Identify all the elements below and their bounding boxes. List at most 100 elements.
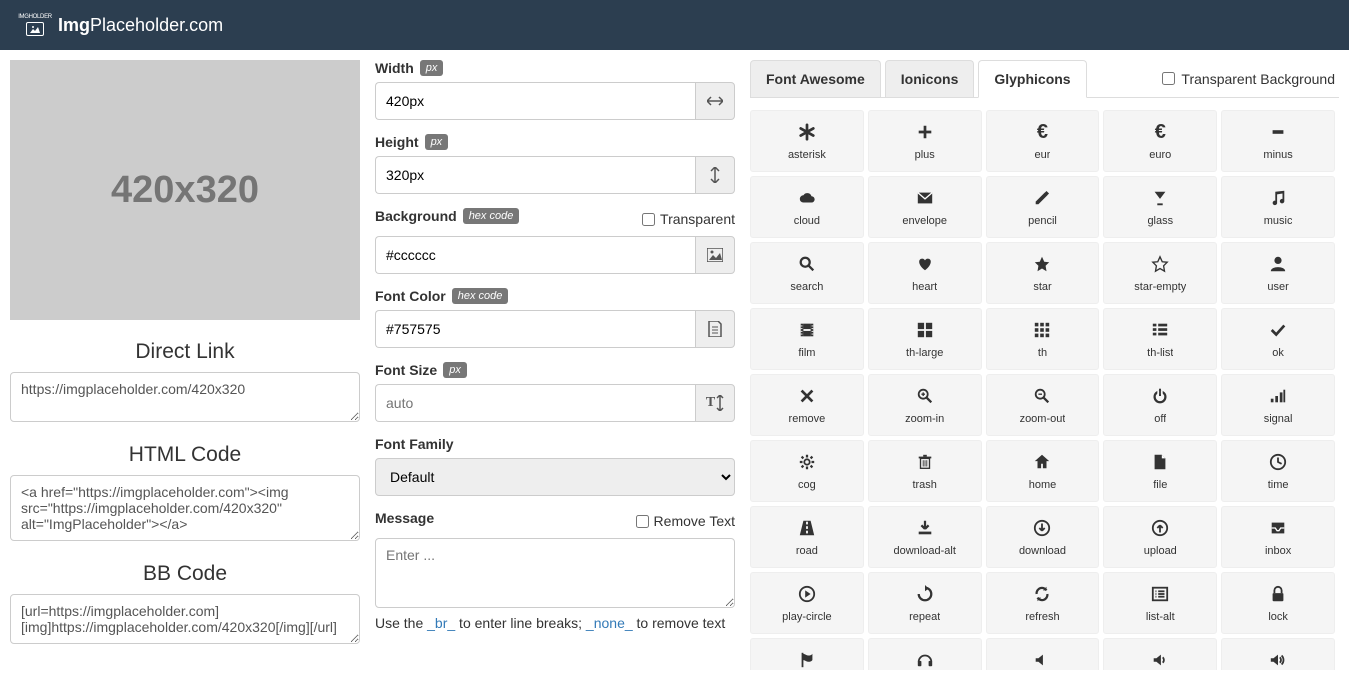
headphones-icon [916, 649, 934, 670]
preview-image: 420x320 [10, 60, 360, 320]
icon-cell-road[interactable]: road [750, 506, 864, 568]
settings-column: Widthpx Heightpx Backgroundhex code Tran… [375, 60, 735, 670]
icon-label: download-alt [894, 545, 956, 557]
icon-cell-asterisk[interactable]: asterisk [750, 110, 864, 172]
width-input[interactable] [375, 82, 695, 120]
icon-cell-refresh[interactable]: refresh [986, 572, 1100, 634]
icon-cell-volume-off[interactable]: volume-off [986, 638, 1100, 670]
icon-label: download [1019, 545, 1066, 557]
icon-cell-trash[interactable]: trash [868, 440, 982, 502]
transparent-checkbox-label[interactable]: Transparent [642, 211, 735, 227]
icon-cell-volume-up[interactable]: volume-up [1221, 638, 1335, 670]
icon-cell-minus[interactable]: minus [1221, 110, 1335, 172]
picture-icon[interactable] [695, 236, 735, 274]
heart-icon [916, 253, 934, 275]
icon-cell-star-empty[interactable]: star-empty [1103, 242, 1217, 304]
play-circle-icon [798, 583, 816, 605]
icon-cell-film[interactable]: film [750, 308, 864, 370]
cloud-icon [798, 187, 816, 209]
left-column: 420x320 Direct Link https://imgplacehold… [10, 60, 360, 670]
icon-cell-cog[interactable]: cog [750, 440, 864, 502]
icon-cell-th[interactable]: th [986, 308, 1100, 370]
icon-cell-euro[interactable]: €euro [1103, 110, 1217, 172]
tabs-bar: Font Awesome Ionicons Glyphicons Transpa… [750, 60, 1339, 98]
icon-cell-eur[interactable]: €eur [986, 110, 1100, 172]
icon-cell-music[interactable]: music [1221, 176, 1335, 238]
icon-cell-flag[interactable]: flag [750, 638, 864, 670]
tab-font-awesome[interactable]: Font Awesome [750, 60, 881, 97]
home-icon [1033, 451, 1051, 473]
icon-cell-glass[interactable]: glass [1103, 176, 1217, 238]
trash-icon [916, 451, 934, 473]
remove-text-checkbox[interactable] [636, 515, 649, 528]
icon-cell-lock[interactable]: lock [1221, 572, 1335, 634]
direct-link-field[interactable]: https://imgplaceholder.com/420x320 [10, 372, 360, 422]
icon-cell-headphones[interactable]: headphones [868, 638, 982, 670]
icon-label: road [796, 545, 818, 557]
remove-text-label[interactable]: Remove Text [636, 513, 735, 529]
font-color-row: Font Colorhex code [375, 288, 735, 348]
icon-cell-repeat[interactable]: repeat [868, 572, 982, 634]
message-input[interactable] [375, 538, 735, 608]
th-large-icon [916, 319, 934, 341]
icon-cell-pencil[interactable]: pencil [986, 176, 1100, 238]
icon-cell-zoom-out[interactable]: zoom-out [986, 374, 1100, 436]
icon-cell-download[interactable]: download [986, 506, 1100, 568]
font-size-input[interactable] [375, 384, 695, 422]
icon-cell-time[interactable]: time [1221, 440, 1335, 502]
html-code-field[interactable]: <a href="https://imgplaceholder.com"><im… [10, 475, 360, 541]
background-input[interactable] [375, 236, 695, 274]
glass-icon [1151, 187, 1169, 209]
cog-icon [798, 451, 816, 473]
height-icon[interactable] [695, 156, 735, 194]
search-icon [798, 253, 816, 275]
music-icon [1269, 187, 1287, 209]
icon-cell-envelope[interactable]: envelope [868, 176, 982, 238]
icon-cell-th-list[interactable]: th-list [1103, 308, 1217, 370]
width-icon[interactable] [695, 82, 735, 120]
font-family-select[interactable]: Default [375, 458, 735, 496]
volume-off-icon [1033, 649, 1051, 670]
icon-cell-remove[interactable]: remove [750, 374, 864, 436]
icon-cell-volume-down[interactable]: volume-down [1103, 638, 1217, 670]
text-file-icon[interactable] [695, 310, 735, 348]
icon-cell-zoom-in[interactable]: zoom-in [868, 374, 982, 436]
icon-cell-cloud[interactable]: cloud [750, 176, 864, 238]
icon-cell-home[interactable]: home [986, 440, 1100, 502]
icon-label: cloud [794, 215, 820, 227]
tab-ionicons[interactable]: Ionicons [885, 60, 975, 97]
hint-none-link[interactable]: _none_ [586, 615, 633, 631]
hint-br-link[interactable]: _br_ [427, 615, 455, 631]
bb-code-field[interactable]: [url=https://imgplaceholder.com][img]htt… [10, 594, 360, 644]
icon-cell-user[interactable]: user [1221, 242, 1335, 304]
icon-label: repeat [909, 611, 940, 623]
icon-cell-ok[interactable]: ok [1221, 308, 1335, 370]
icon-cell-signal[interactable]: signal [1221, 374, 1335, 436]
icon-cell-upload[interactable]: upload [1103, 506, 1217, 568]
icon-label: glass [1147, 215, 1173, 227]
height-input[interactable] [375, 156, 695, 194]
icon-cell-star[interactable]: star [986, 242, 1100, 304]
signal-icon [1269, 385, 1287, 407]
icon-cell-plus[interactable]: plus [868, 110, 982, 172]
icon-cell-heart[interactable]: heart [868, 242, 982, 304]
minus-icon [1269, 121, 1287, 143]
tab-glyphicons[interactable]: Glyphicons [978, 60, 1086, 98]
upload-icon [1151, 517, 1169, 539]
transparent-checkbox[interactable] [642, 213, 655, 226]
transparent-bg-checkbox[interactable] [1162, 72, 1175, 85]
icon-cell-inbox[interactable]: inbox [1221, 506, 1335, 568]
text-height-icon[interactable]: T [695, 384, 735, 422]
icon-label: asterisk [788, 149, 826, 161]
icon-cell-list-alt[interactable]: list-alt [1103, 572, 1217, 634]
icon-cell-search[interactable]: search [750, 242, 864, 304]
transparent-bg-label[interactable]: Transparent Background [1162, 71, 1339, 87]
download-alt-icon [916, 517, 934, 539]
icon-cell-play-circle[interactable]: play-circle [750, 572, 864, 634]
icon-cell-th-large[interactable]: th-large [868, 308, 982, 370]
icon-cell-off[interactable]: off [1103, 374, 1217, 436]
font-color-input[interactable] [375, 310, 695, 348]
icon-cell-file[interactable]: file [1103, 440, 1217, 502]
icon-cell-download-alt[interactable]: download-alt [868, 506, 982, 568]
width-badge: px [420, 60, 444, 76]
